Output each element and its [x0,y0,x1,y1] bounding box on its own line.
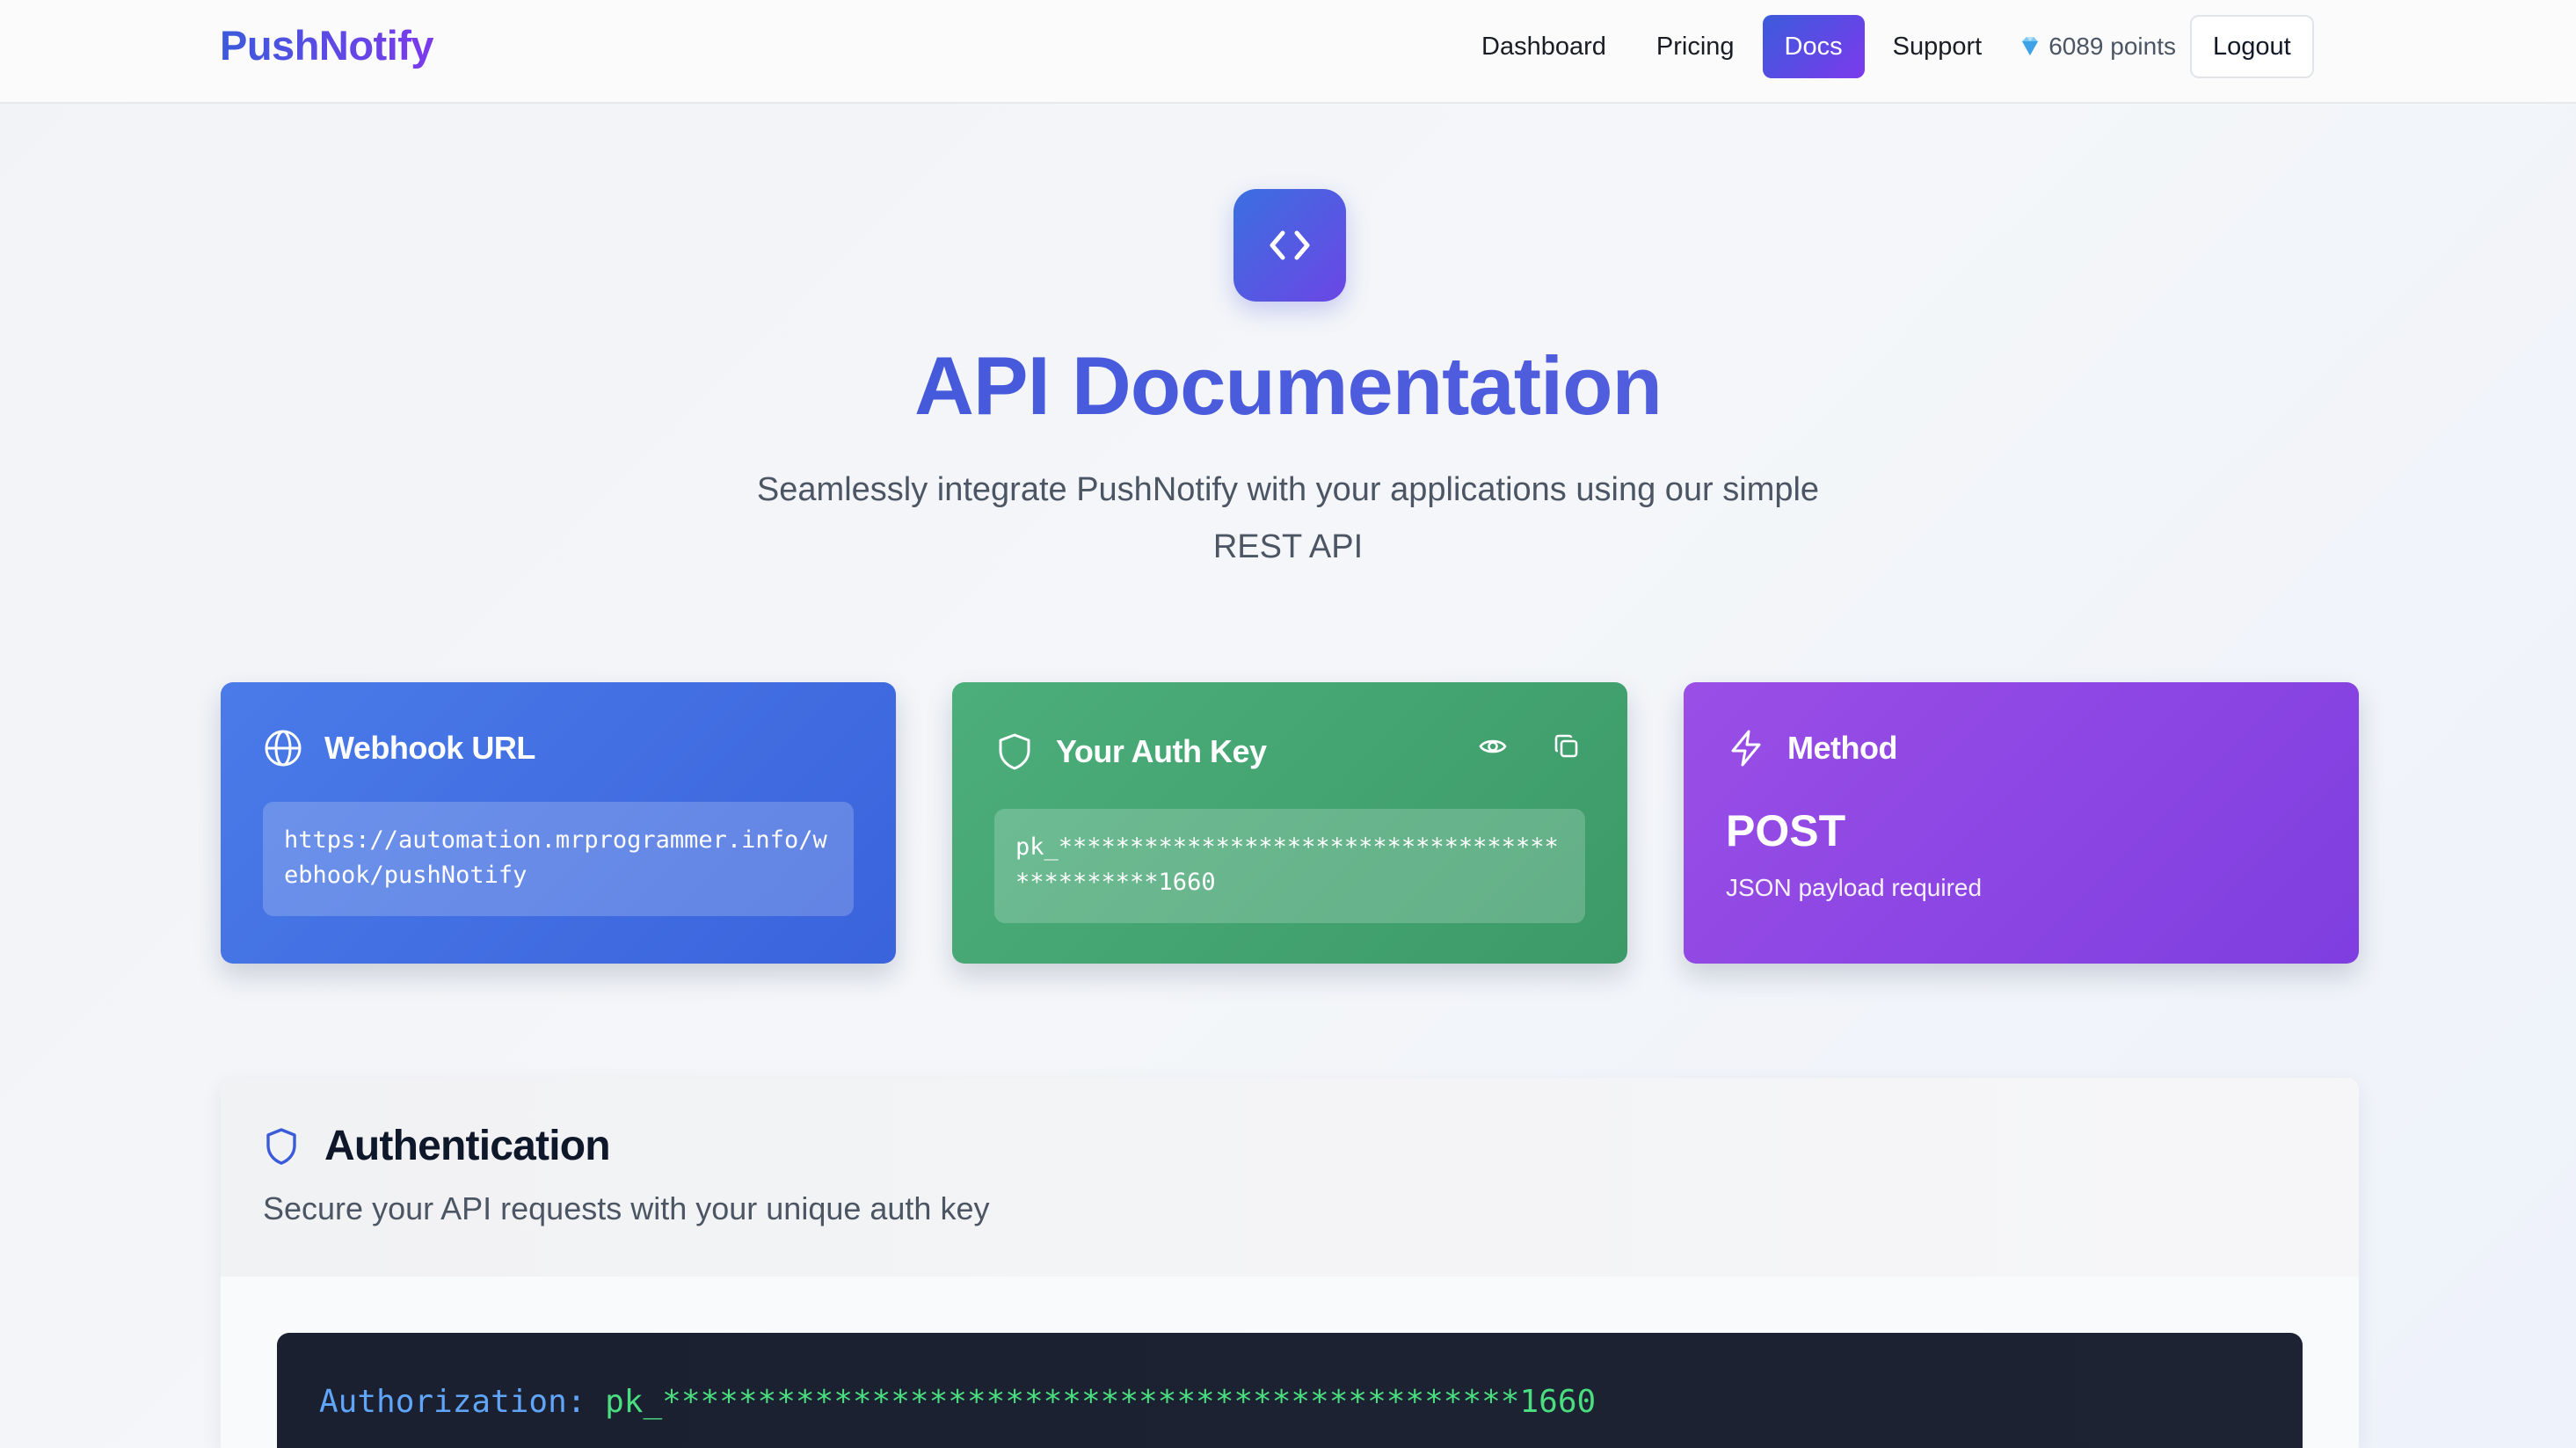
webhook-card-title: Webhook URL [324,730,535,766]
authentication-header: Authentication Secure your API requests … [221,1078,2359,1277]
points-balance: 6089 points [2017,33,2176,61]
auth-key-value[interactable]: pk_*************************************… [994,809,1585,923]
authorization-code-line: Authorization: pk_**********************… [319,1384,1596,1420]
authentication-description: Secure your API requests with your uniqu… [263,1190,990,1226]
method-note: JSON payload required [1726,874,1983,901]
nav-docs[interactable]: Docs [1762,15,1865,78]
gem-icon [2022,37,2039,55]
shield-icon [266,1127,296,1165]
auth-key-card-title: Your Auth Key [1056,733,1267,769]
code-brackets-icon [1233,189,1346,302]
points-value: 6089 points [2048,33,2176,60]
code-header-key: Authorization: [319,1384,586,1420]
brand-logo[interactable]: PushNotify [220,21,434,69]
nav-pricing[interactable]: Pricing [1634,15,1757,78]
method-card-title: Method [1787,730,1897,766]
code-header-value: pk_*************************************… [605,1384,1597,1420]
shield-icon [999,733,1030,770]
lightning-icon [1731,730,1761,767]
nav-support[interactable]: Support [1871,15,2005,78]
auth-key-card: Your Auth Key pk_***********************… [952,682,1627,964]
method-value: POST [1726,806,1846,855]
copy-icon[interactable] [1552,731,1582,761]
nav-links: Dashboard Pricing Docs Support 6089 poin… [1459,15,2314,78]
page-title: API Documentation [0,338,2576,433]
logout-button[interactable]: Logout [2189,15,2314,78]
nav-dashboard[interactable]: Dashboard [1459,15,1628,78]
authentication-section: Authentication Secure your API requests … [221,1078,2359,1448]
webhook-url-card: Webhook URL https://automation.mrprogram… [221,682,896,964]
top-navbar: PushNotify Dashboard Pricing Docs Suppor… [0,0,2576,104]
page-subtitle: Seamlessly integrate PushNotify with you… [756,471,1820,565]
webhook-url-value[interactable]: https://automation.mrprogrammer.info/web… [263,802,854,916]
method-card: Method POST JSON payload required [1684,682,2359,964]
authentication-title: Authentication [324,1123,611,1169]
eye-icon[interactable] [1478,731,1508,761]
authorization-code-block: Authorization: pk_**********************… [277,1333,2303,1448]
globe-icon [265,730,302,767]
